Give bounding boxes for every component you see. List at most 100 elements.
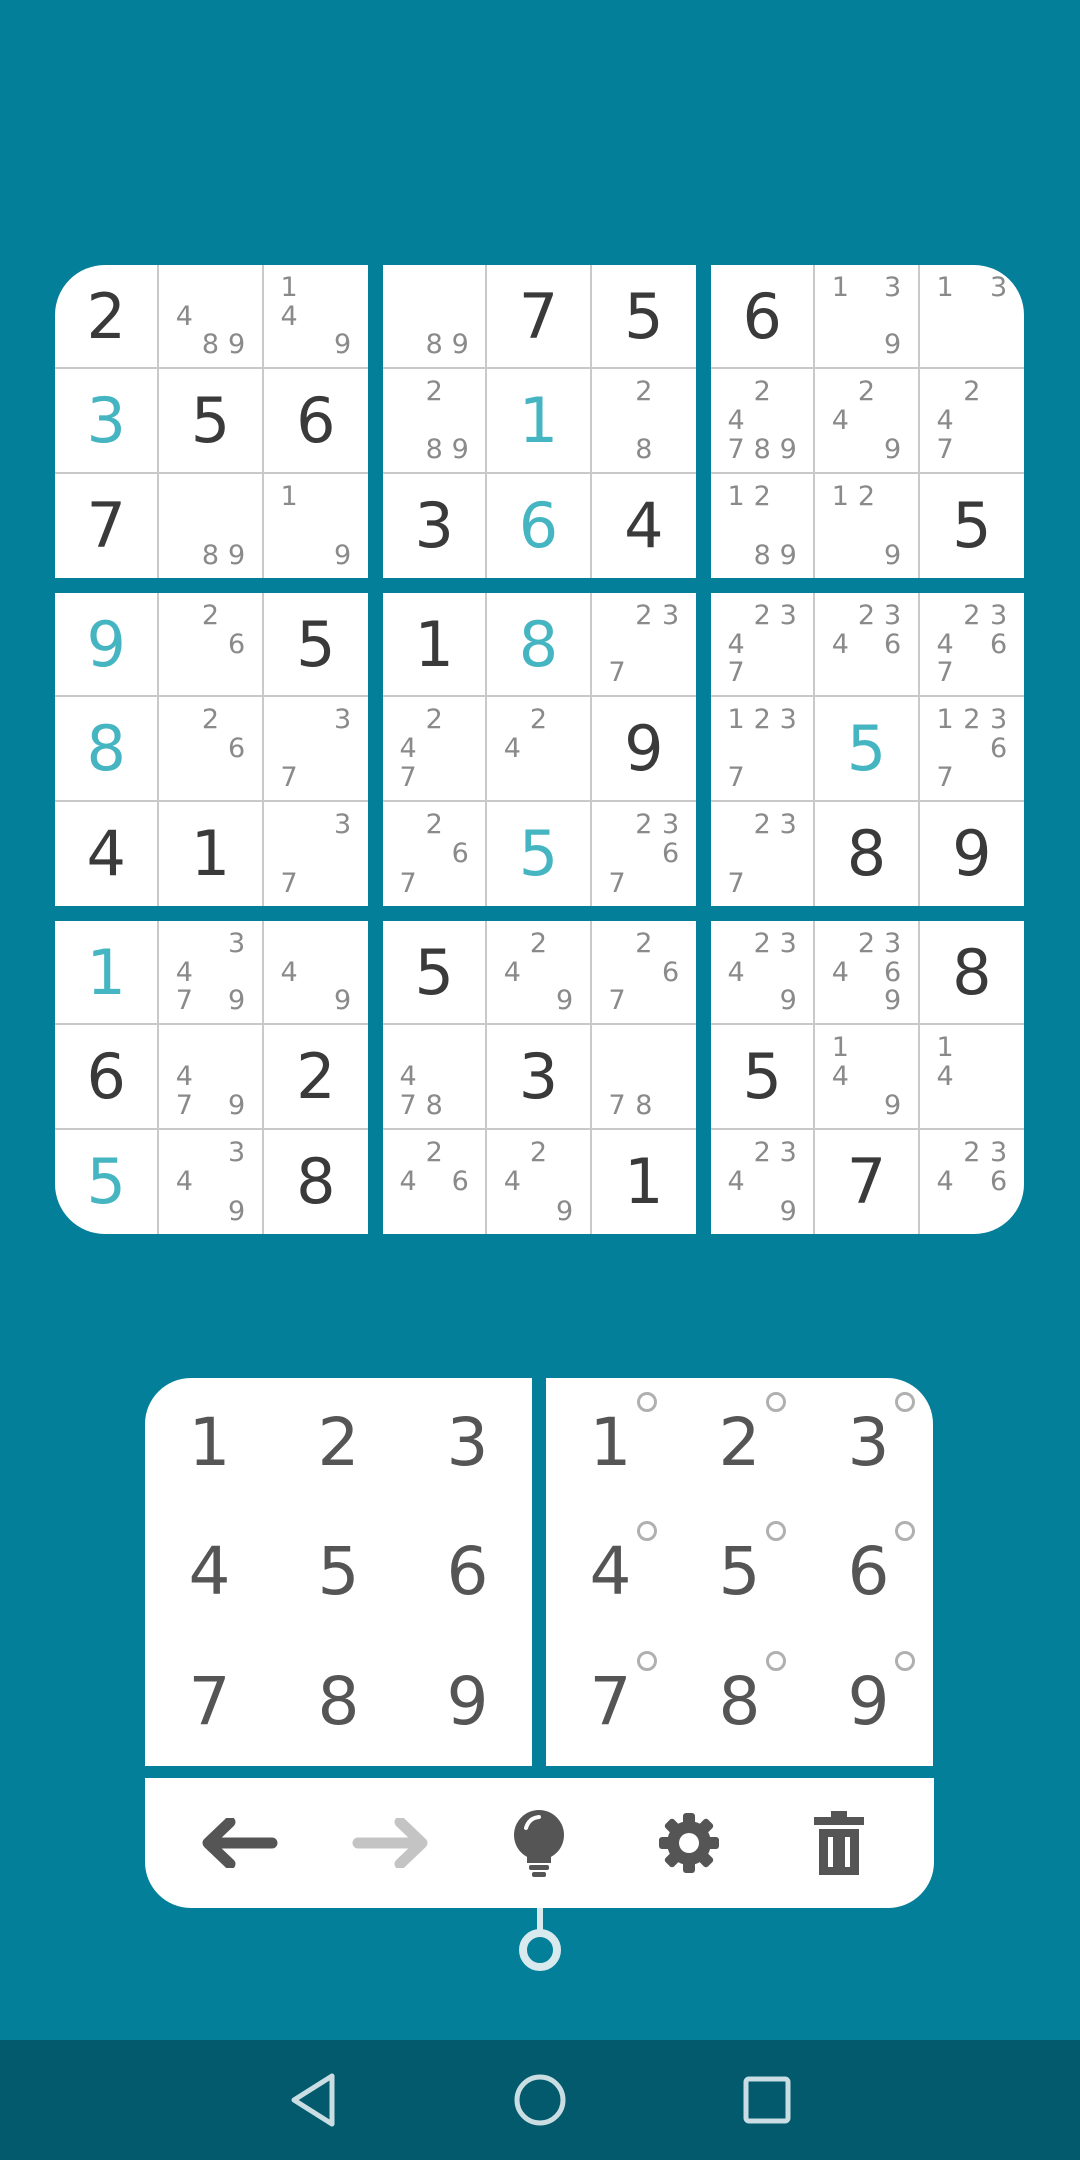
board-cell[interactable]: 8 (487, 593, 592, 698)
board-cell[interactable]: 14 9 (263, 265, 368, 370)
note-key-4[interactable]: 4 (546, 1507, 675, 1636)
note-key-7[interactable]: 7 (546, 1637, 675, 1766)
board-cell[interactable]: 26 (159, 697, 264, 802)
board-cell[interactable]: 1 3 9 (815, 265, 920, 370)
board-cell[interactable]: 89 (383, 265, 488, 370)
board-cell[interactable]: 5 (55, 1129, 160, 1234)
board-cell[interactable]: 23 4 6 (920, 1130, 1024, 1234)
board-cell[interactable]: 24 (487, 697, 592, 802)
board-cell[interactable]: 47 9 (159, 1025, 264, 1130)
board-cell[interactable]: 1 (487, 369, 592, 474)
clear-button[interactable] (784, 1788, 894, 1898)
digit-key-9[interactable]: 9 (403, 1637, 532, 1766)
board-cell[interactable]: 5 (815, 697, 920, 802)
board-cell[interactable]: 26 7 (383, 801, 488, 906)
board-cell[interactable]: 26 (159, 593, 264, 698)
board-cell[interactable]: 23 4 69 (815, 921, 920, 1026)
board-cell[interactable]: 6 (711, 265, 816, 370)
board-cell[interactable]: 1 (383, 593, 488, 698)
board-cell[interactable]: 23 4 6 (815, 593, 920, 698)
board-cell[interactable]: 19 (264, 474, 368, 578)
board-cell[interactable]: 9 (920, 802, 1024, 906)
board-cell[interactable]: 13 (919, 265, 1024, 370)
digit-key-1[interactable]: 1 (145, 1378, 274, 1507)
board-cell[interactable]: 247 (919, 369, 1024, 474)
board-cell[interactable]: 37 (263, 697, 368, 802)
board-cell[interactable]: 3 (383, 473, 488, 578)
board-cell[interactable]: 23 4 9 (711, 921, 816, 1026)
board-cell[interactable]: 26 7 (591, 921, 696, 1026)
digit-key-2[interactable]: 2 (274, 1378, 403, 1507)
board-cell[interactable]: 7 (55, 473, 160, 578)
board-cell[interactable]: 14 (919, 1025, 1024, 1130)
undo-button[interactable] (185, 1788, 295, 1898)
board-cell[interactable]: 28 (591, 369, 696, 474)
board-cell[interactable]: 24789 (711, 369, 816, 474)
board-cell[interactable]: 24 9 (487, 921, 592, 1026)
board-cell[interactable]: 23 4 6 7 (919, 593, 1024, 698)
note-key-5[interactable]: 5 (675, 1507, 804, 1636)
board-cell[interactable]: 247 (383, 697, 488, 802)
board-cell[interactable]: 123 7 (711, 697, 816, 802)
board-cell[interactable]: 8 (55, 697, 160, 802)
board-cell[interactable]: 5 (383, 921, 488, 1026)
board-cell[interactable]: 1 (159, 801, 264, 906)
nav-home-button[interactable] (500, 2060, 580, 2140)
note-key-3[interactable]: 3 (804, 1378, 933, 1507)
board-cell[interactable]: 1236 7 (919, 697, 1024, 802)
digit-key-3[interactable]: 3 (403, 1378, 532, 1507)
board-cell[interactable]: 478 (383, 1025, 488, 1130)
board-cell[interactable]: 14 9 (815, 1025, 920, 1130)
board-cell[interactable]: 1 (592, 1130, 696, 1234)
board-cell[interactable]: 89 (159, 473, 264, 578)
board-cell[interactable]: 49 (263, 921, 368, 1026)
board-cell[interactable]: 4 (592, 474, 696, 578)
board-cell[interactable]: 236 7 (592, 802, 696, 906)
board-cell[interactable]: 5 (591, 265, 696, 370)
note-key-1[interactable]: 1 (546, 1378, 675, 1507)
board-cell[interactable]: 2 (263, 1025, 368, 1130)
board-cell[interactable]: 2 (55, 265, 160, 370)
digit-key-6[interactable]: 6 (403, 1507, 532, 1636)
board-cell[interactable]: 5 (711, 1025, 816, 1130)
board-cell[interactable]: 8 (264, 1130, 368, 1234)
nav-back-button[interactable] (273, 2060, 353, 2140)
digit-key-7[interactable]: 7 (145, 1637, 274, 1766)
board-cell[interactable]: 23 4 9 (711, 1129, 816, 1234)
digit-key-5[interactable]: 5 (274, 1507, 403, 1636)
note-key-8[interactable]: 8 (675, 1637, 804, 1766)
note-key-6[interactable]: 6 (804, 1507, 933, 1636)
board-cell[interactable]: 7 (815, 1129, 920, 1234)
pad-toggle-handle[interactable] (519, 1929, 561, 1971)
board-cell[interactable]: 5 (263, 593, 368, 698)
board-cell[interactable]: 1 (55, 921, 160, 1026)
board-cell[interactable]: 23 7 (711, 801, 816, 906)
board-cell[interactable]: 5 (159, 369, 264, 474)
board-cell[interactable]: 6 (487, 473, 592, 578)
board-cell[interactable]: 8 (919, 921, 1024, 1026)
digit-key-8[interactable]: 8 (274, 1637, 403, 1766)
board-cell[interactable]: 129 (815, 473, 920, 578)
board-cell[interactable]: 5 (487, 801, 592, 906)
board-cell[interactable]: 489 (159, 265, 264, 370)
board-cell[interactable]: 23 7 (591, 593, 696, 698)
board-cell[interactable]: 12 89 (711, 473, 816, 578)
digit-key-4[interactable]: 4 (145, 1507, 274, 1636)
board-cell[interactable]: 3 (487, 1025, 592, 1130)
nav-recents-button[interactable] (727, 2060, 807, 2140)
board-cell[interactable]: 4 (55, 801, 160, 906)
board-cell[interactable]: 8 (815, 801, 920, 906)
board-cell[interactable]: 3 47 9 (159, 921, 264, 1026)
board-cell[interactable]: 5 (920, 474, 1024, 578)
board-cell[interactable]: 9 (55, 593, 160, 698)
board-cell[interactable]: 24 6 (383, 1129, 488, 1234)
settings-button[interactable] (634, 1788, 744, 1898)
board-cell[interactable]: 9 (591, 697, 696, 802)
redo-button[interactable] (335, 1788, 445, 1898)
board-cell[interactable]: 3 (55, 369, 160, 474)
board-cell[interactable]: 37 (264, 802, 368, 906)
board-cell[interactable]: 23 47 (711, 593, 816, 698)
board-cell[interactable]: 24 9 (487, 1129, 592, 1234)
note-key-2[interactable]: 2 (675, 1378, 804, 1507)
note-key-9[interactable]: 9 (804, 1637, 933, 1766)
